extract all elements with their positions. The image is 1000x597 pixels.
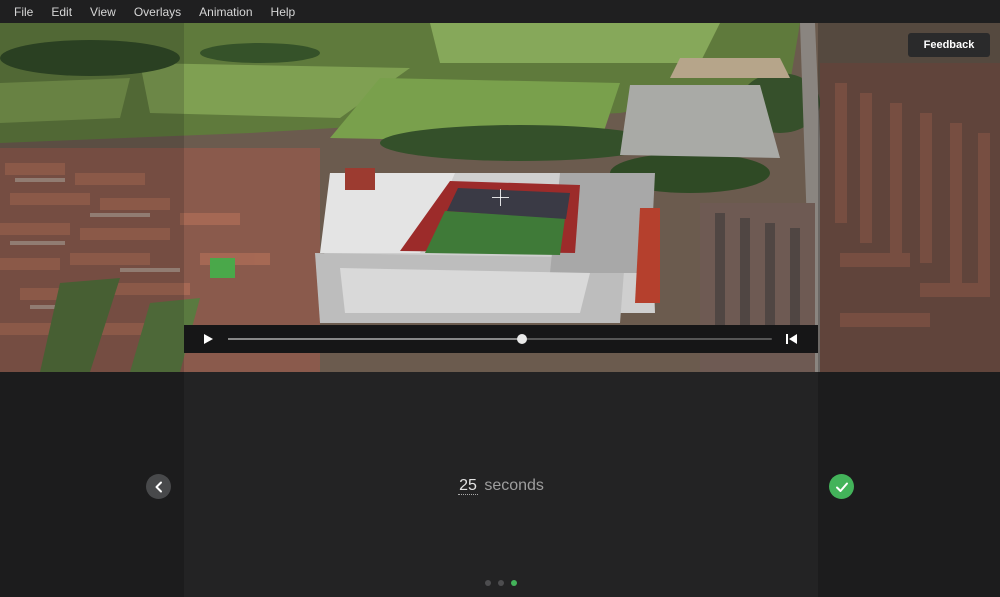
duration-input[interactable]: 25	[458, 477, 478, 495]
timeline-thumb[interactable]	[516, 334, 527, 344]
step-dot[interactable]	[485, 580, 491, 586]
feedback-button[interactable]: Feedback	[908, 33, 990, 57]
chevron-left-icon	[155, 481, 162, 492]
crosshair-icon	[492, 189, 509, 206]
map-viewport[interactable]	[0, 23, 1000, 372]
duration-display: 25 seconds	[184, 477, 818, 495]
skip-to-start-icon[interactable]	[786, 333, 798, 345]
timeline-slider[interactable]	[228, 334, 772, 344]
menu-edit[interactable]: Edit	[51, 5, 72, 19]
play-icon[interactable]	[202, 332, 216, 346]
back-button[interactable]	[146, 474, 171, 499]
duration-unit-label: seconds	[484, 477, 544, 494]
menu-animation[interactable]: Animation	[199, 5, 252, 19]
menu-view[interactable]: View	[90, 5, 116, 19]
right-shade	[818, 23, 1000, 372]
step-dot[interactable]	[498, 580, 504, 586]
checkmark-icon	[835, 482, 848, 492]
timeline-progress	[228, 338, 522, 340]
menu-overlays[interactable]: Overlays	[134, 5, 181, 19]
playback-bar	[184, 325, 818, 353]
confirm-button[interactable]	[829, 474, 854, 499]
step-indicator	[184, 580, 818, 586]
menu-file[interactable]: File	[14, 5, 33, 19]
duration-panel: 25 seconds	[184, 372, 818, 597]
menu-bar: File Edit View Overlays Animation Help	[0, 0, 1000, 23]
step-dot[interactable]	[511, 580, 517, 586]
menu-help[interactable]: Help	[271, 5, 296, 19]
left-shade	[0, 23, 184, 372]
